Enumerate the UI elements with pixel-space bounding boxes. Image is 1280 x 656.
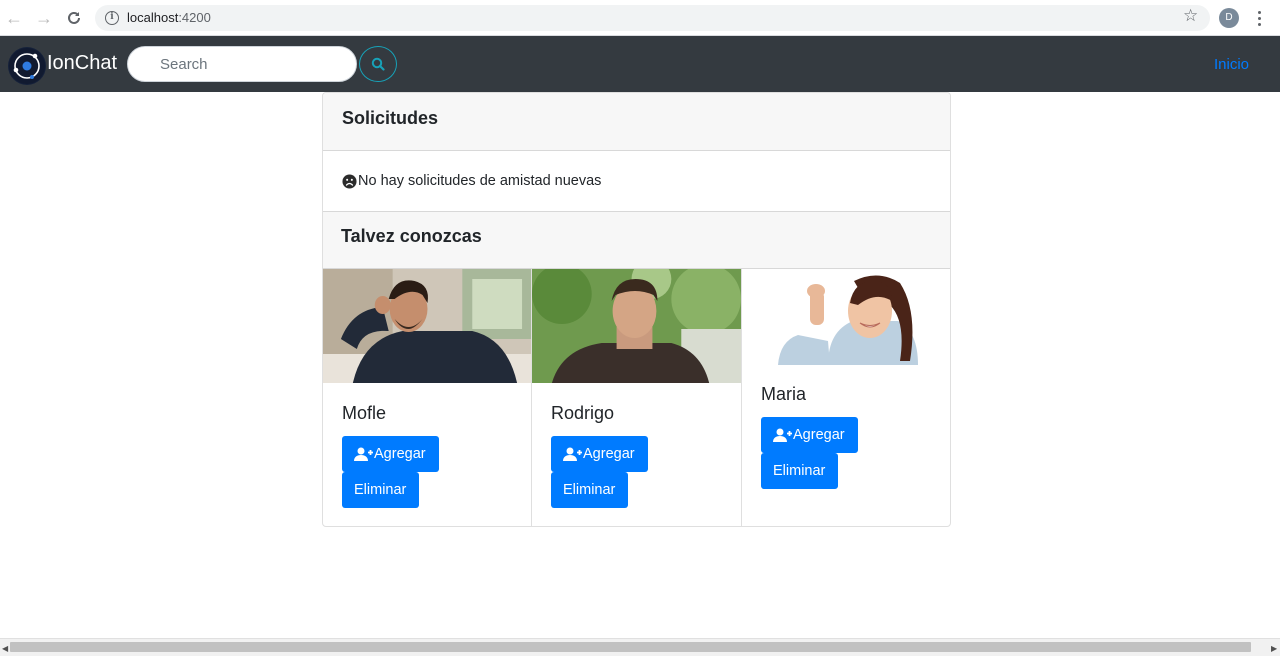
kebab-menu-icon[interactable] bbox=[1253, 8, 1265, 28]
address-bar[interactable]: i localhost:4200 bbox=[95, 5, 1210, 31]
suggestions-title: Talvez conozcas bbox=[341, 226, 482, 246]
remove-suggestion-button[interactable]: Eliminar bbox=[342, 472, 419, 508]
person-card: Mofle Agregar Eliminar bbox=[323, 269, 532, 526]
url-text: localhost:4200 bbox=[127, 10, 211, 25]
remove-suggestion-label: Eliminar bbox=[354, 482, 407, 498]
user-plus-icon bbox=[773, 428, 792, 442]
add-friend-label: Agregar bbox=[793, 427, 845, 443]
add-friend-button[interactable]: Agregar bbox=[342, 436, 439, 472]
sad-face-icon bbox=[342, 173, 357, 189]
profile-avatar[interactable]: D bbox=[1219, 8, 1239, 28]
suggestions-list: Mofle Agregar Eliminar Rodrigo Agregar E… bbox=[323, 269, 950, 526]
remove-suggestion-label: Eliminar bbox=[773, 463, 826, 479]
brand-name[interactable]: IonChat bbox=[47, 52, 117, 75]
empty-requests-message: No hay solicitudes de amistad nuevas bbox=[342, 173, 601, 189]
person-name: Rodrigo bbox=[551, 403, 615, 423]
add-friend-label: Agregar bbox=[374, 446, 426, 462]
person-card: Rodrigo Agregar Eliminar bbox=[532, 269, 742, 526]
search-button[interactable] bbox=[359, 46, 397, 82]
scrollbar-thumb[interactable] bbox=[10, 642, 1251, 652]
browser-toolbar: ← → i localhost:4200 ☆ D bbox=[0, 0, 1280, 36]
search-input[interactable] bbox=[127, 46, 357, 82]
person-photo bbox=[323, 269, 531, 383]
suggestions-header: Talvez conozcas bbox=[323, 211, 950, 269]
bookmark-star-icon[interactable]: ☆ bbox=[1183, 7, 1198, 24]
add-friend-label: Agregar bbox=[583, 446, 635, 462]
add-friend-button[interactable]: Agregar bbox=[551, 436, 648, 472]
requests-title: Solicitudes bbox=[342, 108, 439, 128]
forward-arrow-icon[interactable]: → bbox=[34, 8, 54, 28]
remove-suggestion-button[interactable]: Eliminar bbox=[551, 472, 628, 508]
person-photo bbox=[532, 269, 741, 383]
ionchat-logo-icon[interactable] bbox=[8, 47, 46, 85]
user-plus-icon bbox=[563, 447, 582, 461]
back-arrow-icon[interactable]: ← bbox=[4, 8, 24, 28]
person-card: Maria Agregar Eliminar bbox=[742, 269, 950, 526]
scroll-left-arrow-icon[interactable]: ◀ bbox=[2, 644, 8, 653]
search-icon bbox=[371, 57, 385, 71]
person-name: Mofle bbox=[342, 403, 387, 423]
scroll-right-arrow-icon[interactable]: ▶ bbox=[1271, 644, 1277, 653]
person-name: Maria bbox=[761, 384, 807, 404]
person-photo bbox=[758, 271, 940, 365]
requests-header: Solicitudes bbox=[323, 93, 950, 151]
remove-suggestion-button[interactable]: Eliminar bbox=[761, 453, 838, 489]
user-plus-icon bbox=[354, 447, 373, 461]
empty-requests-text: No hay solicitudes de amistad nuevas bbox=[358, 173, 602, 189]
reload-icon[interactable] bbox=[64, 8, 84, 28]
add-friend-button[interactable]: Agregar bbox=[761, 417, 858, 453]
friends-card: Solicitudes No hay solicitudes de amista… bbox=[322, 92, 951, 527]
horizontal-scrollbar[interactable]: ◀ ▶ bbox=[0, 638, 1280, 656]
remove-suggestion-label: Eliminar bbox=[563, 482, 616, 498]
app-navbar: IonChat Inicio bbox=[0, 36, 1280, 92]
nav-link-inicio[interactable]: Inicio bbox=[1214, 56, 1249, 73]
info-icon[interactable]: i bbox=[105, 11, 119, 25]
